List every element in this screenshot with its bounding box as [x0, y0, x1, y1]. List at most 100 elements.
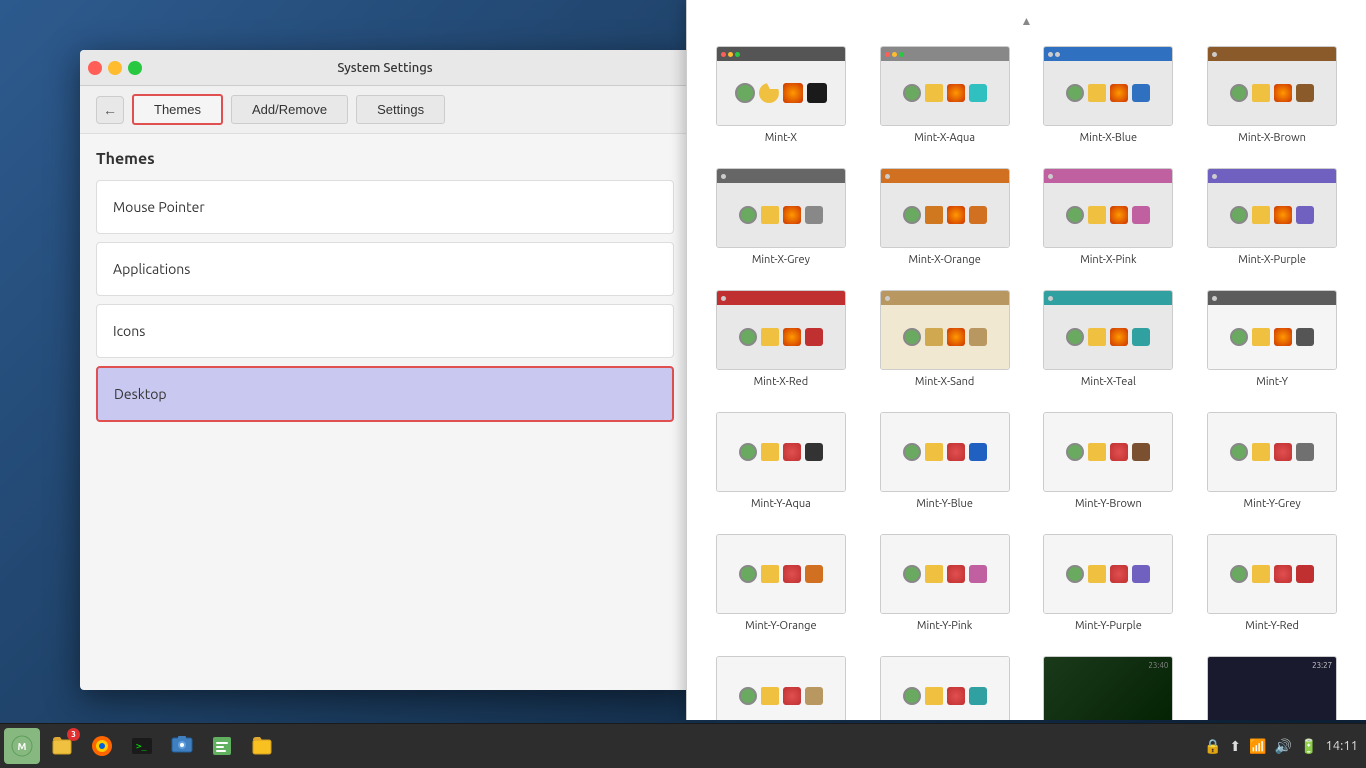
icons-label: Icons [113, 323, 145, 339]
theme-preview-mint-y-sand [716, 656, 846, 720]
theme-preview-mint-x-aqua [880, 46, 1010, 126]
applications-section[interactable]: Applications [96, 242, 674, 296]
firefox-button[interactable] [84, 728, 120, 764]
theme-name-mint-x: Mint-X [765, 132, 797, 144]
theme-preview-mint-x-teal [1043, 290, 1173, 370]
taskbar: M 3 [0, 723, 1366, 768]
theme-mint-y-aqua[interactable]: Mint-Y-Aqua [705, 406, 857, 516]
theme-silk[interactable]: 23:40 Silk [1033, 650, 1185, 720]
theme-preview-mint-y-aqua [716, 412, 846, 492]
theme-name-mint-y-purple: Mint-Y-Purple [1075, 620, 1142, 632]
mint-logo-icon: M [11, 735, 33, 757]
theme-name-mint-x-red: Mint-X-Red [754, 376, 809, 388]
theme-mint-y-grey[interactable]: Mint-Y-Grey [1196, 406, 1348, 516]
theme-mint-y-purple[interactable]: Mint-Y-Purple [1033, 528, 1185, 638]
applications-label: Applications [113, 261, 190, 277]
screenshot-icon [170, 734, 194, 758]
theme-name-mint-x-brown: Mint-X-Brown [1238, 132, 1306, 144]
theme-mint-y-red[interactable]: Mint-Y-Red [1196, 528, 1348, 638]
theme-mint-x[interactable]: Mint-X [705, 40, 857, 150]
firefox-icon [90, 734, 114, 758]
theme-name-mint-x-blue: Mint-X-Blue [1080, 132, 1137, 144]
theme-mint-y-pink[interactable]: Mint-Y-Pink [869, 528, 1021, 638]
theme-mint-x-orange[interactable]: Mint-X-Orange [869, 162, 1021, 272]
theme-name-mint-x-teal: Mint-X-Teal [1081, 376, 1136, 388]
theme-preview-mint-x-orange [880, 168, 1010, 248]
theme-preview-mint-y-orange [716, 534, 846, 614]
theme-name-mint-y-brown: Mint-Y-Brown [1075, 498, 1142, 510]
mint-menu-button[interactable]: M [4, 728, 40, 764]
theme-preview-mint-y-blue [880, 412, 1010, 492]
vpn-icon: 🔒 [1204, 738, 1221, 755]
system-settings-window: System Settings ← Themes Add/Remove Sett… [80, 50, 690, 690]
mouse-pointer-section[interactable]: Mouse Pointer [96, 180, 674, 234]
theme-mint-y-brown[interactable]: Mint-Y-Brown [1033, 406, 1185, 516]
theme-mint-x-grey[interactable]: Mint-X-Grey [705, 162, 857, 272]
taskbar-left: M 3 [0, 728, 284, 764]
theme-name-mint-y-blue: Mint-Y-Blue [916, 498, 973, 510]
theme-preview-mint-x-brown [1207, 46, 1337, 126]
sticky-notes-button[interactable] [204, 728, 240, 764]
theme-mint-x-brown[interactable]: Mint-X-Brown [1196, 40, 1348, 150]
theme-mint-x-red[interactable]: Mint-X-Red [705, 284, 857, 394]
screenshot-button[interactable] [164, 728, 200, 764]
clock: 14:11 [1325, 739, 1358, 753]
theme-preview-mint-x-purple [1207, 168, 1337, 248]
theme-preview-mint-y-pink [880, 534, 1010, 614]
back-button[interactable]: ← [96, 96, 124, 124]
theme-grid: Mint-X [697, 32, 1356, 720]
icons-section[interactable]: Icons [96, 304, 674, 358]
themes-section-title: Themes [96, 150, 674, 168]
theme-mint-y[interactable]: Mint-Y [1196, 284, 1348, 394]
theme-preview-mint-y-teal [880, 656, 1010, 720]
theme-name-mint-x-purple: Mint-X-Purple [1238, 254, 1306, 266]
tab-add-remove[interactable]: Add/Remove [231, 95, 348, 124]
theme-mint-x-pink[interactable]: Mint-X-Pink [1033, 162, 1185, 272]
scroll-up-indicator[interactable]: ▲ [697, 10, 1356, 32]
files2-icon [250, 734, 274, 758]
theme-mint-x-teal[interactable]: Mint-X-Teal [1033, 284, 1185, 394]
battery-icon: 🔋 [1300, 738, 1317, 755]
files-button[interactable]: 3 [44, 728, 80, 764]
theme-mint-y-blue[interactable]: Mint-Y-Blue [869, 406, 1021, 516]
theme-preview-mint-y [1207, 290, 1337, 370]
sticky-notes-icon [210, 734, 234, 758]
theme-name-mint-x-orange: Mint-X-Orange [908, 254, 980, 266]
close-button[interactable] [88, 61, 102, 75]
maximize-button[interactable] [128, 61, 142, 75]
theme-name-mint-y: Mint-Y [1256, 376, 1288, 388]
theme-mint-x-blue[interactable]: Mint-X-Blue [1033, 40, 1185, 150]
svg-text:>_: >_ [136, 742, 147, 752]
theme-name-mint-x-sand: Mint-X-Sand [915, 376, 974, 388]
theme-mint-x-purple[interactable]: Mint-X-Purple [1196, 162, 1348, 272]
theme-name-mint-x-grey: Mint-X-Grey [752, 254, 810, 266]
theme-preview-mint-y-red [1207, 534, 1337, 614]
theme-mint-x-aqua[interactable]: Mint-X-Aqua [869, 40, 1021, 150]
desktop-section[interactable]: Desktop [96, 366, 674, 422]
files-badge: 3 [67, 728, 80, 741]
window-controls [88, 61, 142, 75]
terminal-button[interactable]: >_ [124, 728, 160, 764]
tab-settings[interactable]: Settings [356, 95, 445, 124]
theme-mint-y-sand[interactable]: Mint-Y-Sand [705, 650, 857, 720]
theme-vivaldi[interactable]: 23:27 Vivaldi-ZorinOS [1196, 650, 1348, 720]
nav-tabs: ← Themes Add/Remove Settings [80, 86, 690, 134]
theme-preview-mint-x-grey [716, 168, 846, 248]
theme-mint-y-orange[interactable]: Mint-Y-Orange [705, 528, 857, 638]
theme-mint-y-teal[interactable]: Mint-Y-Teal [869, 650, 1021, 720]
theme-name-mint-y-aqua: Mint-Y-Aqua [751, 498, 811, 510]
desktop: System Settings ← Themes Add/Remove Sett… [0, 0, 1366, 768]
sound-icon: 🔊 [1275, 738, 1292, 755]
theme-preview-mint-x-red [716, 290, 846, 370]
files2-button[interactable] [244, 728, 280, 764]
theme-preview-silk: 23:40 [1043, 656, 1173, 720]
minimize-button[interactable] [108, 61, 122, 75]
terminal-icon: >_ [130, 734, 154, 758]
theme-preview-mint-x-blue [1043, 46, 1173, 126]
theme-name-mint-x-pink: Mint-X-Pink [1080, 254, 1136, 266]
theme-mint-x-sand[interactable]: Mint-X-Sand [869, 284, 1021, 394]
tab-themes[interactable]: Themes [132, 94, 223, 125]
theme-preview-mint-x [716, 46, 846, 126]
theme-name-mint-y-red: Mint-Y-Red [1245, 620, 1299, 632]
theme-name-mint-y-pink: Mint-Y-Pink [917, 620, 972, 632]
